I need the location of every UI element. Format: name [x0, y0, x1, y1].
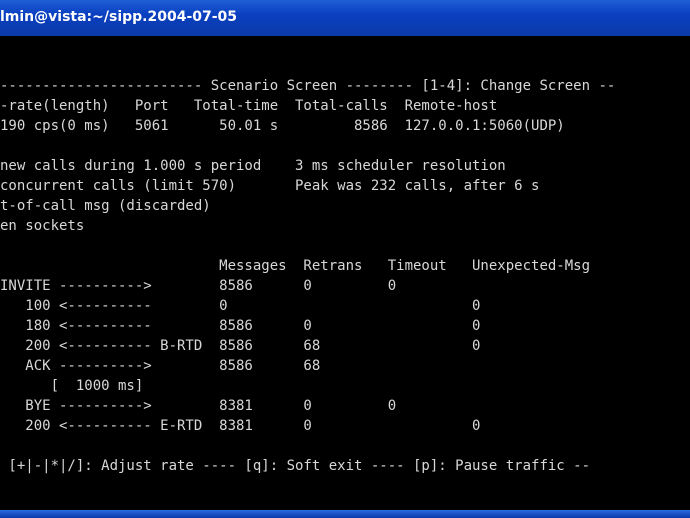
out-of-call-line: t-of-call msg (discarded)	[0, 198, 211, 214]
window-bottom-border	[0, 510, 690, 518]
message-row-invite: INVITE ----------> 8586 0 0	[0, 278, 397, 294]
message-row-180: 180 <---------- 8586 0 0	[0, 318, 481, 334]
open-sockets-line: en sockets	[0, 218, 85, 234]
message-row-ack: ACK ----------> 8586 68	[0, 358, 321, 374]
title-bar[interactable]: lmin@vista:~/sipp.2004-07-05	[0, 0, 690, 38]
scenario-screen-header: ------------------------ Scenario Screen…	[0, 78, 616, 94]
message-row-100: 100 <---------- 0 0	[0, 298, 481, 314]
controls-help-line: [+|-|*|/]: Adjust rate ---- [q]: Soft ex…	[0, 458, 591, 474]
message-row-200-ertd: 200 <---------- E-RTD 8381 0 0	[0, 418, 481, 434]
window-title: lmin@vista:~/sipp.2004-07-05	[0, 9, 238, 25]
messages-table-header: Messages Retrans Timeout Unexpected-Msg	[0, 258, 591, 274]
new-calls-line: new calls during 1.000 s period 3 ms sch…	[0, 158, 506, 174]
stats-column-headers: -rate(length) Port Total-time Total-call…	[0, 98, 498, 114]
stats-values: 190 cps(0 ms) 5061 50.01 s 8586 127.0.0.…	[0, 118, 565, 134]
pause-row: [ 1000 ms]	[0, 378, 144, 394]
terminal-console[interactable]: ------------------------ Scenario Screen…	[0, 36, 690, 510]
message-row-200-brtd: 200 <---------- B-RTD 8586 68 0	[0, 338, 481, 354]
concurrent-calls-line: concurrent calls (limit 570) Peak was 23…	[0, 178, 540, 194]
message-row-bye: BYE ----------> 8381 0 0	[0, 398, 397, 414]
